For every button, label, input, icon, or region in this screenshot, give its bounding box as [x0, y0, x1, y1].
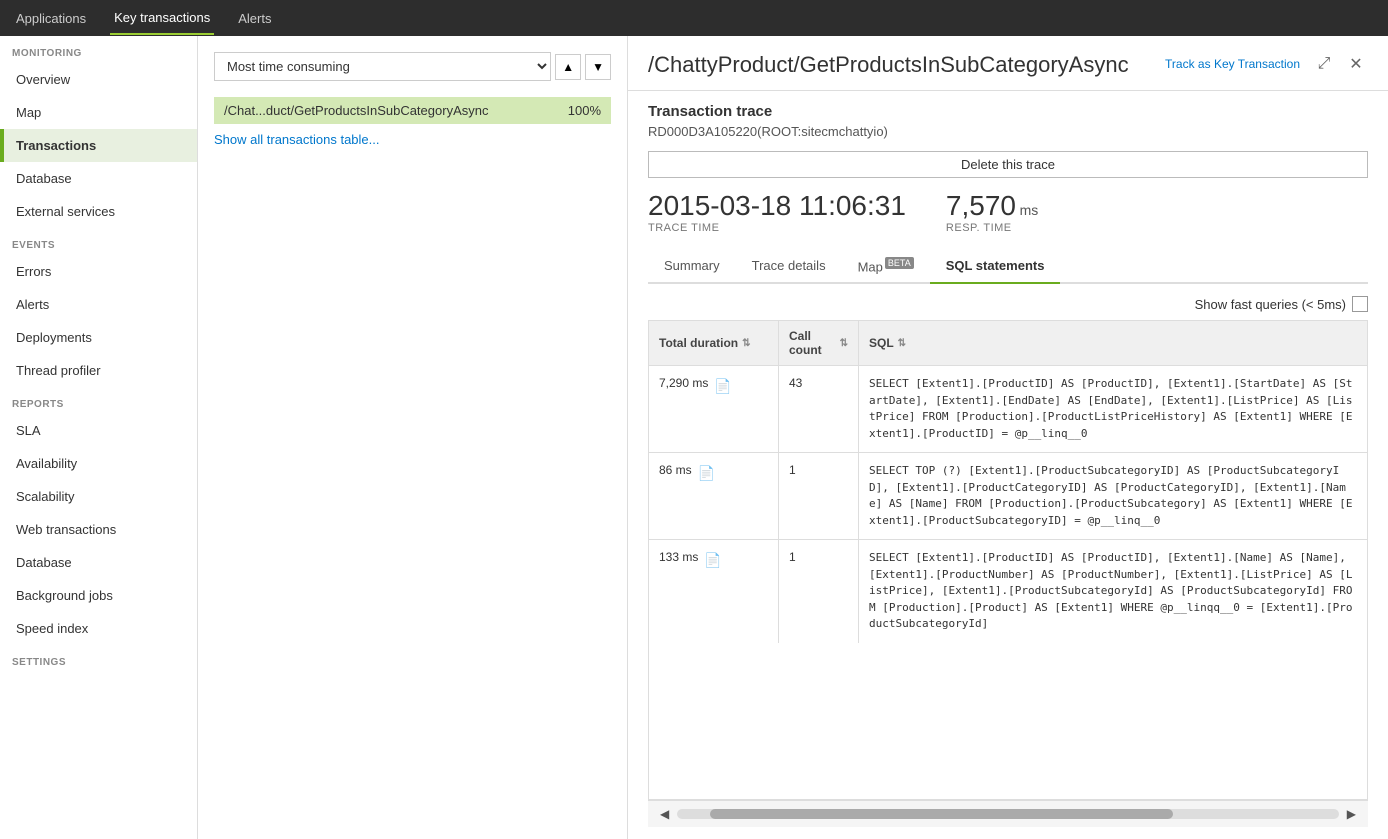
sql-row-1[interactable]: 7,290 ms 📄 43 SELECT [Extent1].[ProductI… — [649, 366, 1367, 453]
cell-count-3: 1 — [779, 540, 859, 643]
sidebar-item-sla[interactable]: SLA — [0, 414, 197, 447]
tab-sql-statements[interactable]: SQL statements — [930, 250, 1061, 284]
main-layout: MONITORING Overview Map Transactions Dat… — [0, 36, 1388, 839]
trace-header-actions: Track as Key Transaction ⤢ ✕ — [1161, 52, 1368, 76]
sidebar-item-availability[interactable]: Availability — [0, 447, 197, 480]
show-fast-queries-checkbox[interactable] — [1352, 296, 1368, 312]
sort-count-icon: ⇅ — [840, 338, 848, 349]
duration-value-3: 133 ms — [659, 550, 698, 564]
sidebar-reports-label: REPORTS — [0, 387, 197, 414]
sidebar-item-transactions[interactable]: Transactions — [0, 129, 197, 162]
doc-icon-2: 📄 — [698, 465, 715, 482]
transaction-trace-title: Transaction trace — [648, 103, 1368, 120]
sql-table: Total duration ⇅ Call count ⇅ SQL ⇅ — [648, 320, 1368, 800]
resp-time-label: RESP. TIME — [946, 222, 1038, 234]
resp-time-value: 7,570 — [946, 190, 1016, 221]
top-navigation: Applications Key transactions Alerts — [0, 0, 1388, 36]
expand-icon[interactable]: ⤢ — [1312, 52, 1336, 76]
delete-trace-button[interactable]: Delete this trace — [648, 151, 1368, 178]
transaction-pct: 100% — [568, 103, 601, 118]
tab-map[interactable]: MapBETA — [842, 250, 930, 284]
trace-title: /ChattyProduct/GetProductsInSubCategoryA… — [648, 52, 1129, 78]
trace-time-block: 2015-03-18 11:06:31 TRACE TIME — [648, 190, 906, 234]
filter-chevron-down[interactable]: ▼ — [585, 54, 611, 80]
sidebar-item-thread-profiler[interactable]: Thread profiler — [0, 354, 197, 387]
trace-info-row: RD000D3A105220(ROOT:sitecmchattyio) — [648, 124, 1368, 139]
cell-sql-1: SELECT [Extent1].[ProductID] AS [Product… — [859, 366, 1367, 452]
sidebar-item-speed-index[interactable]: Speed index — [0, 612, 197, 645]
scroll-right-arrow[interactable]: ▶ — [1343, 805, 1360, 823]
sql-row-2[interactable]: 86 ms 📄 1 SELECT TOP (?) [Extent1].[Prod… — [649, 453, 1367, 540]
cell-duration-2: 86 ms 📄 — [649, 453, 779, 539]
doc-icon-3: 📄 — [704, 552, 721, 569]
nav-alerts[interactable]: Alerts — [234, 3, 275, 34]
sidebar-item-map[interactable]: Map — [0, 96, 197, 129]
cell-sql-2: SELECT TOP (?) [Extent1].[ProductSubcate… — [859, 453, 1367, 539]
scroll-thumb — [710, 809, 1173, 819]
filter-chevron-up[interactable]: ▲ — [555, 54, 581, 80]
main-content: Most time consuming ▲ ▼ /Chat...duct/Get… — [198, 36, 1388, 839]
col-header-sql[interactable]: SQL ⇅ — [859, 321, 1367, 365]
sidebar-item-background-jobs[interactable]: Background jobs — [0, 579, 197, 612]
horizontal-scrollbar[interactable]: ◀ ▶ — [648, 800, 1368, 827]
cell-sql-3: SELECT [Extent1].[ProductID] AS [Product… — [859, 540, 1367, 643]
trace-time-label: TRACE TIME — [648, 222, 906, 234]
tab-trace-details[interactable]: Trace details — [736, 250, 842, 284]
close-panel-icon[interactable]: ✕ — [1344, 52, 1368, 76]
sql-row-3[interactable]: 133 ms 📄 1 SELECT [Extent1].[ProductID] … — [649, 540, 1367, 643]
sql-filter-label: Show fast queries (< 5ms) — [1195, 297, 1346, 312]
transaction-name: /Chat...duct/GetProductsInSubCategoryAsy… — [224, 103, 568, 118]
transaction-row[interactable]: /Chat...duct/GetProductsInSubCategoryAsy… — [214, 97, 611, 124]
doc-icon-1: 📄 — [714, 378, 731, 395]
track-key-transaction-button[interactable]: Track as Key Transaction — [1161, 53, 1304, 75]
duration-value-2: 86 ms — [659, 463, 692, 477]
nav-key-transactions[interactable]: Key transactions — [110, 2, 214, 35]
sidebar-item-database[interactable]: Database — [0, 162, 197, 195]
trace-header: /ChattyProduct/GetProductsInSubCategoryA… — [628, 36, 1388, 91]
sidebar-monitoring-label: MONITORING — [0, 36, 197, 63]
scroll-track[interactable] — [677, 809, 1339, 819]
scroll-left-arrow[interactable]: ◀ — [656, 805, 673, 823]
trace-metrics: 2015-03-18 11:06:31 TRACE TIME 7,570 ms … — [648, 190, 1368, 234]
trace-id: RD000D3A105220(ROOT:sitecmchattyio) — [648, 124, 888, 139]
trace-body: Transaction trace RD000D3A105220(ROOT:si… — [628, 91, 1388, 839]
sidebar-item-scalability[interactable]: Scalability — [0, 480, 197, 513]
sql-filter-row: Show fast queries (< 5ms) — [648, 296, 1368, 312]
filter-row: Most time consuming ▲ ▼ — [214, 52, 611, 81]
col-header-count[interactable]: Call count ⇅ — [779, 321, 859, 365]
cell-count-1: 43 — [779, 366, 859, 452]
sidebar-events-label: EVENTS — [0, 228, 197, 255]
sql-panel: Show fast queries (< 5ms) Total duration… — [648, 296, 1368, 827]
left-panel: Most time consuming ▲ ▼ /Chat...duct/Get… — [198, 36, 628, 839]
sidebar-item-external-services[interactable]: External services — [0, 195, 197, 228]
beta-badge: BETA — [885, 257, 914, 269]
right-panel: /ChattyProduct/GetProductsInSubCategoryA… — [628, 36, 1388, 839]
sidebar: MONITORING Overview Map Transactions Dat… — [0, 36, 198, 839]
sidebar-item-overview[interactable]: Overview — [0, 63, 197, 96]
sidebar-settings-label: SETTINGS — [0, 645, 197, 672]
sort-sql-icon: ⇅ — [898, 338, 906, 349]
resp-time-block: 7,570 ms RESP. TIME — [946, 190, 1038, 234]
sidebar-item-database-reports[interactable]: Database — [0, 546, 197, 579]
tab-summary[interactable]: Summary — [648, 250, 736, 284]
show-all-link[interactable]: Show all transactions table... — [214, 128, 379, 151]
sidebar-item-alerts[interactable]: Alerts — [0, 288, 197, 321]
col-header-duration[interactable]: Total duration ⇅ — [649, 321, 779, 365]
sidebar-item-errors[interactable]: Errors — [0, 255, 197, 288]
nav-applications[interactable]: Applications — [12, 3, 90, 34]
resp-time-unit: ms — [1020, 202, 1039, 218]
sql-table-header: Total duration ⇅ Call count ⇅ SQL ⇅ — [649, 321, 1367, 366]
filter-select[interactable]: Most time consuming — [214, 52, 551, 81]
sidebar-item-deployments[interactable]: Deployments — [0, 321, 197, 354]
resp-time-row: 7,570 ms — [946, 190, 1038, 222]
cell-duration-1: 7,290 ms 📄 — [649, 366, 779, 452]
tab-bar: Summary Trace details MapBETA SQL statem… — [648, 250, 1368, 284]
trace-time-value: 2015-03-18 11:06:31 — [648, 190, 906, 222]
duration-value-1: 7,290 ms — [659, 376, 708, 390]
cell-count-2: 1 — [779, 453, 859, 539]
cell-duration-3: 133 ms 📄 — [649, 540, 779, 643]
sort-duration-icon: ⇅ — [742, 338, 750, 349]
sidebar-item-web-transactions[interactable]: Web transactions — [0, 513, 197, 546]
